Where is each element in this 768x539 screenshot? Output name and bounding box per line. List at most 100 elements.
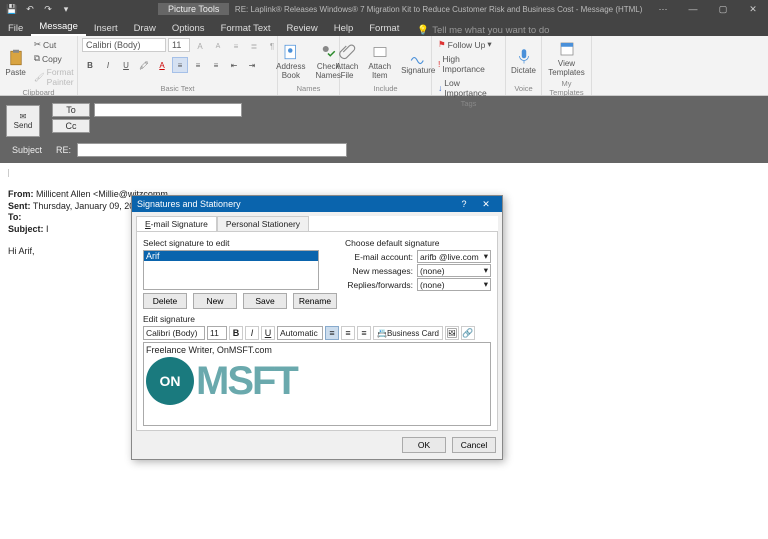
dialog-footer: OK Cancel: [132, 431, 502, 459]
attach-file-button[interactable]: Attach File: [332, 41, 363, 82]
cancel-button[interactable]: Cancel: [452, 437, 496, 453]
insert-picture-icon[interactable]: 🖼: [445, 326, 459, 340]
underline-icon[interactable]: U: [118, 57, 134, 73]
grow-font-icon[interactable]: A: [192, 38, 208, 54]
ribbon-options-icon[interactable]: ⋯: [648, 4, 678, 15]
tell-me-text: Tell me what you want to do: [432, 25, 549, 36]
maximize-icon[interactable]: ▢: [708, 4, 738, 15]
rename-button[interactable]: Rename: [293, 293, 337, 309]
close-icon[interactable]: ✕: [738, 4, 768, 15]
tab-format[interactable]: Format: [361, 21, 407, 36]
align-center-icon[interactable]: ≡: [190, 57, 206, 73]
attach-item-icon: [371, 43, 389, 61]
new-button[interactable]: New: [193, 293, 237, 309]
sig-align-left-icon[interactable]: ≡: [325, 326, 339, 340]
sig-align-right-icon[interactable]: ≡: [357, 326, 371, 340]
sig-underline-icon[interactable]: U: [261, 326, 275, 340]
indent-dec-icon[interactable]: ⇤: [226, 57, 242, 73]
low-imp-label: Low Importance: [444, 78, 499, 98]
cc-field[interactable]: [94, 119, 242, 133]
font-name-select[interactable]: Calibri (Body): [82, 38, 166, 52]
signatures-dialog: Signatures and Stationery ? ✕ EE-mail Si…: [131, 195, 503, 460]
signature-text: Freelance Writer, OnMSFT.com: [146, 345, 488, 355]
follow-up-label: Follow Up: [448, 40, 486, 50]
tell-me[interactable]: 💡 Tell me what you want to do: [417, 25, 549, 36]
subject-prefix: RE:: [56, 145, 71, 155]
tab-file[interactable]: File: [0, 21, 31, 36]
default-sig-label: Choose default signature: [345, 238, 491, 248]
font-color-icon[interactable]: A: [154, 57, 170, 73]
quick-access-toolbar: 💾 ↶ ↷ ▾: [0, 3, 78, 15]
undo-icon[interactable]: ↶: [24, 3, 36, 15]
sig-font-select[interactable]: Calibri (Body): [143, 326, 205, 340]
sig-bold-icon[interactable]: B: [229, 326, 243, 340]
tab-insert[interactable]: Insert: [86, 21, 126, 36]
dialog-close-icon[interactable]: ✕: [475, 199, 497, 210]
group-my-templates: My Templates: [546, 79, 587, 97]
logo-text: MSFT: [196, 361, 297, 401]
sig-size-value: 11: [210, 328, 219, 338]
new-messages-select[interactable]: (none)▾: [417, 264, 491, 277]
sig-italic-icon[interactable]: I: [245, 326, 259, 340]
align-right-icon[interactable]: ≡: [208, 57, 224, 73]
align-left-icon[interactable]: ≡: [172, 57, 188, 73]
subject-field[interactable]: [77, 143, 347, 157]
high-importance-button[interactable]: !High Importance: [436, 53, 501, 75]
copy-button[interactable]: ⧉Copy: [32, 52, 76, 65]
highlight-icon[interactable]: 🖍: [136, 57, 152, 73]
font-size-select[interactable]: 11: [168, 38, 190, 52]
replies-label: Replies/forwards:: [345, 280, 417, 290]
address-book-button[interactable]: Address Book: [272, 41, 309, 82]
email-account-select[interactable]: arifb @live.com▾: [417, 250, 491, 263]
sig-color-select[interactable]: Automatic: [277, 326, 323, 340]
copy-icon: ⧉: [34, 53, 40, 64]
dictate-button[interactable]: Dictate: [507, 45, 540, 77]
sig-size-select[interactable]: 11: [207, 326, 227, 340]
minimize-icon[interactable]: —: [678, 4, 708, 15]
cut-button[interactable]: ✂Cut: [32, 38, 76, 51]
tab-draw[interactable]: Draw: [126, 21, 164, 36]
business-card-button[interactable]: 📇 Business Card: [373, 326, 443, 340]
high-imp-label: High Importance: [442, 54, 499, 74]
ok-button[interactable]: OK: [402, 437, 446, 453]
to-field[interactable]: [94, 103, 242, 117]
indent-inc-icon[interactable]: ⇥: [244, 57, 260, 73]
group-include: Include: [373, 84, 397, 93]
tab-personal-stationery[interactable]: Personal Stationery: [217, 216, 309, 231]
paste-button[interactable]: Paste: [1, 47, 29, 79]
signature-list[interactable]: Arif: [143, 250, 319, 290]
save-icon[interactable]: 💾: [6, 3, 18, 15]
group-basic-text: Basic Text: [160, 84, 194, 93]
signature-list-item[interactable]: Arif: [144, 251, 318, 261]
replies-select[interactable]: (none)▾: [417, 278, 491, 291]
qat-more-icon[interactable]: ▾: [60, 3, 72, 15]
tab-message[interactable]: Message: [31, 19, 86, 36]
send-button[interactable]: ✉ Send: [6, 105, 40, 137]
tab-review[interactable]: Review: [279, 21, 326, 36]
redo-icon[interactable]: ↷: [42, 3, 54, 15]
insert-link-icon[interactable]: 🔗: [461, 326, 475, 340]
tab-options[interactable]: Options: [164, 21, 213, 36]
to-button[interactable]: To: [52, 103, 90, 117]
italic-icon[interactable]: I: [100, 57, 116, 73]
dialog-help-icon[interactable]: ?: [453, 199, 475, 209]
numbering-icon[interactable]: ≣: [246, 38, 262, 54]
follow-up-button[interactable]: ⚑Follow Up▾: [436, 38, 494, 51]
format-painter-label: Format Painter: [47, 67, 74, 87]
format-painter-button: 🖌Format Painter: [32, 66, 76, 88]
delete-button[interactable]: Delete: [143, 293, 187, 309]
tab-email-signature[interactable]: EE-mail Signature-mail Signature: [136, 216, 217, 231]
save-sig-button[interactable]: Save: [243, 293, 287, 309]
view-templates-button[interactable]: View Templates: [544, 38, 588, 79]
shrink-font-icon[interactable]: A: [210, 38, 226, 54]
bold-icon[interactable]: B: [82, 57, 98, 73]
low-importance-button[interactable]: ↓Low Importance: [436, 77, 501, 99]
signature-editor[interactable]: Freelance Writer, OnMSFT.com ON MSFT: [143, 342, 491, 426]
tab-help[interactable]: Help: [326, 21, 362, 36]
cc-button[interactable]: Cc: [52, 119, 90, 133]
bullets-icon[interactable]: ≡: [228, 38, 244, 54]
cut-label: Cut: [43, 40, 56, 50]
sig-align-center-icon[interactable]: ≡: [341, 326, 355, 340]
tab-format-text[interactable]: Format Text: [213, 21, 279, 36]
attach-item-button[interactable]: Attach Item: [364, 41, 395, 82]
